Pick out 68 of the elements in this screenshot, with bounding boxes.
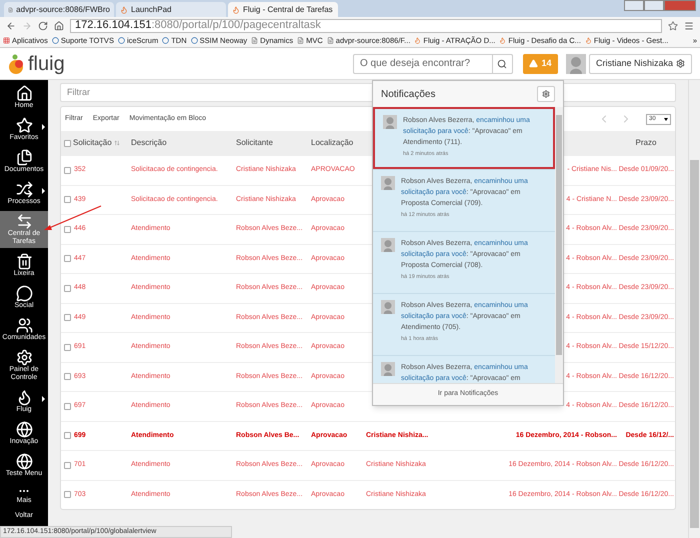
- forward-icon[interactable]: [22, 20, 32, 30]
- avatar-icon: [381, 176, 395, 190]
- tasks-icon: [16, 213, 32, 230]
- communities-icon: [16, 317, 32, 334]
- search-field[interactable]: O que deseja encontrar?: [352, 54, 513, 74]
- flame-icon: [232, 6, 240, 14]
- row-checkbox[interactable]: [64, 255, 71, 262]
- star-icon: [16, 117, 32, 134]
- browser-tab[interactable]: LaunchPad: [116, 2, 226, 17]
- row-checkbox[interactable]: [64, 196, 71, 204]
- warning-icon: [529, 59, 538, 68]
- avatar-icon: [383, 115, 397, 129]
- gear-icon: [676, 59, 685, 68]
- page-icon: [251, 37, 258, 44]
- column-header[interactable]: Localização: [311, 138, 354, 147]
- user-menu-button[interactable]: Cristiane Nishizaka: [588, 54, 692, 74]
- page-icon: [326, 37, 334, 44]
- row-checkbox[interactable]: [64, 314, 71, 322]
- documents-icon: [16, 149, 32, 166]
- column-header[interactable]: Solicitante: [236, 138, 273, 147]
- avatar-icon: [566, 54, 586, 74]
- row-checkbox[interactable]: [64, 226, 71, 233]
- home-icon[interactable]: [54, 20, 64, 30]
- sort-icon[interactable]: [114, 140, 120, 146]
- page-icon: [8, 6, 14, 14]
- gear-icon: [542, 90, 550, 98]
- close-button[interactable]: [664, 0, 696, 11]
- fluig-logo: fluig: [8, 52, 65, 74]
- browser-tab[interactable]: advpr-source:8086/FWBro: [4, 2, 114, 17]
- search-icon[interactable]: [497, 58, 508, 68]
- column-header[interactable]: Prazo: [636, 138, 656, 147]
- row-checkbox[interactable]: [64, 284, 71, 292]
- page-icon: [297, 37, 304, 44]
- row-checkbox[interactable]: [64, 491, 71, 498]
- minimize-button[interactable]: [624, 0, 644, 11]
- flame-icon: [120, 6, 128, 14]
- popup-title: Notificações: [381, 88, 436, 102]
- annotation-arrow: [44, 205, 102, 230]
- trash-icon: [16, 253, 32, 270]
- avatar-icon: [381, 238, 395, 252]
- select-all-checkbox[interactable]: [64, 140, 71, 146]
- row-checkbox[interactable]: [64, 432, 71, 440]
- reload-icon[interactable]: [38, 20, 48, 30]
- caret-icon: [664, 118, 668, 120]
- settings-button[interactable]: [537, 86, 555, 102]
- browser-tab[interactable]: Fluig - Central de Tarefas: [228, 2, 338, 17]
- flame-icon: [584, 37, 592, 44]
- back-icon[interactable]: [6, 20, 16, 30]
- processes-icon: [16, 181, 32, 198]
- maximize-button[interactable]: [644, 0, 664, 11]
- address-bar[interactable]: 172.16.104.151:8080/portal/p/100/pagecentraltask: [70, 18, 662, 32]
- column-header[interactable]: Descrição: [131, 138, 167, 147]
- column-header[interactable]: Solicitação: [73, 137, 112, 149]
- avatar-icon: [381, 362, 395, 376]
- row-checkbox[interactable]: [64, 462, 71, 469]
- row-checkbox[interactable]: [64, 402, 71, 410]
- social-icon: [16, 285, 32, 302]
- avatar-icon: [381, 300, 395, 314]
- flame-icon: [499, 37, 506, 44]
- menu-icon[interactable]: [684, 20, 694, 30]
- apps-icon: [3, 37, 10, 44]
- flame-icon: [414, 37, 422, 44]
- row-checkbox[interactable]: [64, 373, 71, 380]
- row-checkbox[interactable]: [64, 166, 71, 174]
- bookmark-star-icon[interactable]: [668, 20, 678, 30]
- row-checkbox[interactable]: [64, 344, 71, 351]
- home-icon: [16, 85, 32, 102]
- settings-icon: [16, 349, 32, 366]
